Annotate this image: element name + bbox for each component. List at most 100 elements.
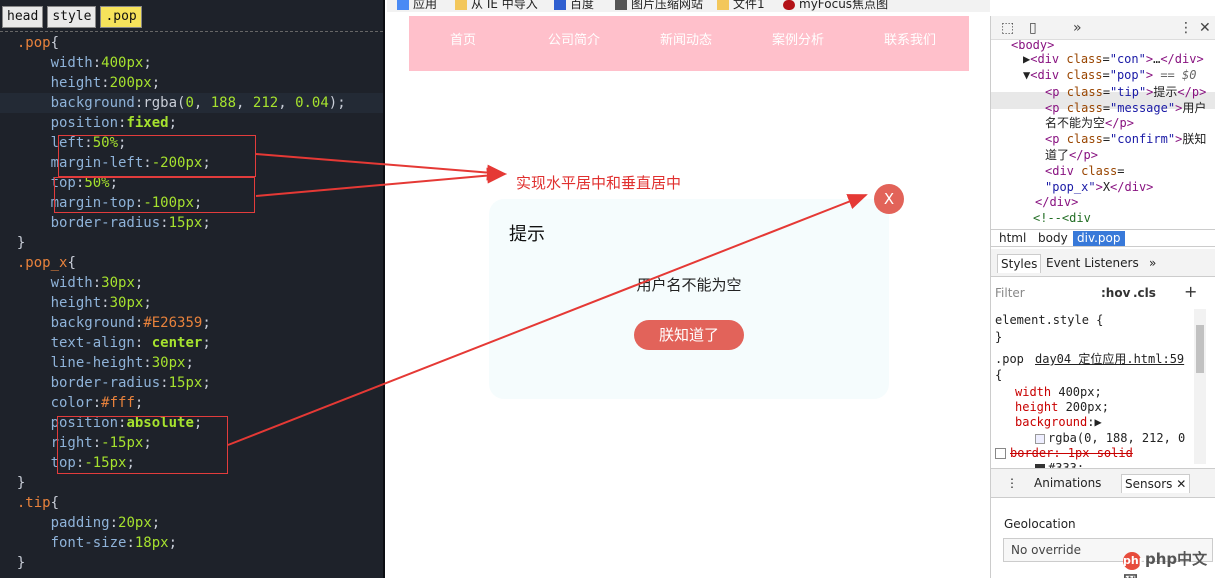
path-div-pop[interactable]: div.pop xyxy=(1073,231,1125,246)
code-line: line-height:30px; xyxy=(50,355,194,371)
dom-node-line[interactable]: <p class="confirm">朕知 xyxy=(1045,132,1206,147)
dom-node-line[interactable]: <!--<div xyxy=(1033,211,1091,226)
tab-more[interactable]: » xyxy=(1146,254,1159,272)
bookmark-baidu[interactable]: 百度 xyxy=(554,0,594,12)
popup-dialog: 提示 用户名不能为空 朕知道了 xyxy=(489,199,889,399)
nav-contact[interactable]: 联系我们 xyxy=(884,32,936,50)
bookmark-file1[interactable]: 文件1 xyxy=(717,0,765,12)
myfocus-icon xyxy=(783,0,795,10)
color-swatch-icon[interactable] xyxy=(1035,433,1045,444)
element-style-close: } xyxy=(995,330,1003,344)
new-rule-button[interactable]: + xyxy=(1184,282,1197,301)
styles-filter-input[interactable]: Filter xyxy=(995,286,1025,300)
dom-node-line[interactable]: ▶<div class="con">…</div> xyxy=(1023,52,1204,67)
breadcrumb-head[interactable]: head xyxy=(2,6,44,28)
bookmark-image-compress[interactable]: 图片压缩网站 xyxy=(615,0,703,12)
close-devtools-icon[interactable]: ✕ xyxy=(1199,20,1211,36)
dom-node-line[interactable]: <p class="tip">提示</p> xyxy=(1045,85,1206,100)
php-logo-icon: php xyxy=(1123,552,1147,570)
nav-news[interactable]: 新闻动态 xyxy=(660,32,712,50)
bookmark-ie-import[interactable]: 从 IE 中导入 xyxy=(455,0,538,12)
prop-width[interactable]: width 400px; xyxy=(1015,385,1102,400)
tab-styles[interactable]: Styles xyxy=(997,254,1042,273)
styles-scrollbar[interactable] xyxy=(1194,309,1206,464)
code-line: border-radius:15px; xyxy=(50,375,211,391)
dom-node-line[interactable]: "pop_x">X</div> xyxy=(1045,180,1153,195)
devtools-panel: ⬚ ▯ » ⋮ ✕ <body> ▶<div class="con">…</div… xyxy=(990,16,1215,578)
devtools-toolbar: ⬚ ▯ » ⋮ ✕ xyxy=(991,16,1215,40)
drawer-menu-icon[interactable]: ⋮ xyxy=(1003,474,1021,492)
rule-source-link[interactable]: day04 定位应用.html:59 xyxy=(1035,352,1184,367)
site-nav: 首页 公司简介 新闻动态 案例分析 联系我们 xyxy=(409,16,969,71)
prop-height[interactable]: height 200px; xyxy=(1015,400,1109,415)
watermark: phpphp中文网 xyxy=(1123,550,1208,578)
close-button[interactable]: X xyxy=(874,184,904,214)
annotation-text: 实现水平居中和垂直居中 xyxy=(516,174,682,192)
nav-cases[interactable]: 案例分析 xyxy=(772,32,824,50)
code-line: color:#fff; xyxy=(50,395,144,411)
code-line: width:30px; xyxy=(50,275,144,291)
code-line: } xyxy=(0,475,26,491)
close-icon[interactable]: ✕ xyxy=(1176,477,1186,491)
prop-background[interactable]: background:▶ xyxy=(1015,415,1102,430)
bookmarks-bar: 应用 从 IE 中导入 百度 图片压缩网站 文件1 myFocus焦点图 xyxy=(387,0,990,12)
nav-company[interactable]: 公司简介 xyxy=(548,32,600,50)
popup-message: 用户名不能为空 xyxy=(636,276,742,294)
breadcrumb-divider xyxy=(0,31,383,32)
code-line: .tip{ xyxy=(16,495,60,511)
prop-border[interactable]: border: 1px solid xyxy=(995,446,1133,461)
geolocation-label: Geolocation xyxy=(1004,517,1076,531)
drawer-tabs: ⋮ Animations Sensors ✕ xyxy=(991,468,1215,498)
breadcrumb-style[interactable]: style xyxy=(47,6,97,28)
bookmark-myfocus[interactable]: myFocus焦点图 xyxy=(783,0,888,12)
tab-sensors[interactable]: Sensors ✕ xyxy=(1121,474,1191,493)
popup-title: 提示 xyxy=(509,224,545,245)
path-html[interactable]: html xyxy=(995,231,1030,246)
code-line: background:#E26359; xyxy=(50,315,211,331)
code-line: height:200px; xyxy=(50,75,161,91)
code-line: } xyxy=(0,235,26,251)
scrollbar-thumb[interactable] xyxy=(1196,325,1204,373)
tab-event-listeners[interactable]: Event Listeners xyxy=(1043,254,1142,272)
code-line: .pop{ xyxy=(16,35,60,51)
dom-tree[interactable]: <body> ▶<div class="con">…</div> ▼<div cla… xyxy=(991,40,1215,230)
kebab-menu-icon[interactable]: ⋮ xyxy=(1179,20,1193,36)
property-checkbox[interactable] xyxy=(995,448,1006,459)
baidu-icon xyxy=(554,0,566,10)
code-line: .pop_x{ xyxy=(16,255,76,271)
folder-icon xyxy=(717,0,729,10)
dom-node-line[interactable]: <p class="message">用户 xyxy=(1045,101,1206,116)
tab-animations[interactable]: Animations xyxy=(1031,474,1104,492)
code-editor[interactable]: head style .pop .pop{ width:400px; heigh… xyxy=(0,0,385,578)
styles-tabs: Styles Event Listeners » xyxy=(991,249,1215,277)
folder-icon xyxy=(455,0,467,10)
code-line: } xyxy=(0,555,26,571)
bookmark-apps[interactable]: 应用 xyxy=(397,0,437,12)
apps-icon xyxy=(397,0,409,10)
dom-node-line[interactable]: 名不能为空</p> xyxy=(1045,116,1134,131)
cls-toggle[interactable]: .cls xyxy=(1133,286,1156,300)
code-lines: .pop{ width:400px; height:200px; backgro… xyxy=(0,33,383,573)
path-body[interactable]: body xyxy=(1034,231,1072,246)
device-icon[interactable]: ▯ xyxy=(1029,20,1037,36)
highlight-box-top xyxy=(54,177,255,213)
prop-background-value: rgba(0, 188, 212, 0 xyxy=(1035,431,1185,446)
breadcrumb: head style .pop xyxy=(0,6,142,28)
element-style-selector: element.style { xyxy=(995,313,1104,327)
code-line: padding:20px; xyxy=(50,515,161,531)
code-line: font-size:18px; xyxy=(50,535,178,551)
dom-path-bar: html body div.pop xyxy=(991,229,1215,247)
confirm-button[interactable]: 朕知道了 xyxy=(634,320,744,350)
rule-selector: .pop xyxy=(995,352,1024,366)
inspect-icon[interactable]: ⬚ xyxy=(1001,20,1014,36)
code-line: position:fixed; xyxy=(50,115,178,131)
hov-toggle[interactable]: :hov xyxy=(1101,286,1130,300)
code-line: height:30px; xyxy=(50,295,152,311)
dom-node-line[interactable]: 道了</p> xyxy=(1045,148,1098,163)
nav-home[interactable]: 首页 xyxy=(450,32,476,50)
dom-node-line[interactable]: </div> xyxy=(1035,195,1078,210)
dom-node-line[interactable]: <div class= xyxy=(1045,164,1125,179)
dom-node-line[interactable]: ▼<div class="pop"> == $0 xyxy=(1023,68,1196,83)
breadcrumb-pop[interactable]: .pop xyxy=(100,6,142,28)
more-panels-icon[interactable]: » xyxy=(1073,20,1082,36)
